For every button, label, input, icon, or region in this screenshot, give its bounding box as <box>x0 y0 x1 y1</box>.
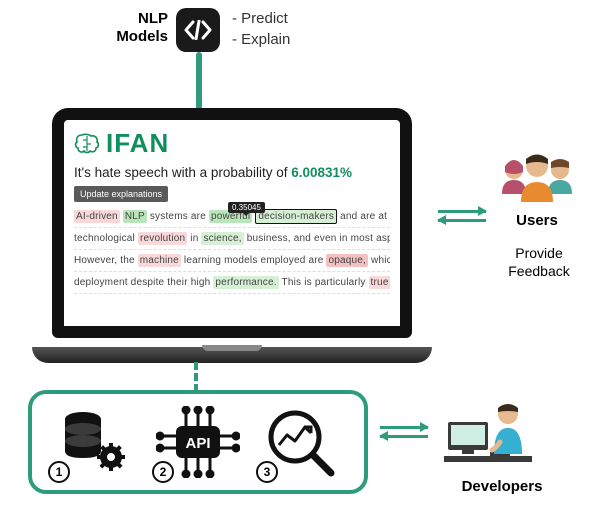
dev-tool-api: API 2 <box>154 403 242 481</box>
app-logo-row: IFAN <box>74 128 390 159</box>
explanation-paragraph: AI-driven NLP systems are powerful decis… <box>74 206 390 294</box>
arrows-devbox-developers <box>380 426 428 438</box>
api-text: API <box>185 435 210 452</box>
developer-at-desk-icon <box>442 398 534 476</box>
developers-label: Developers <box>442 478 562 495</box>
arrow-right-icon <box>380 426 428 429</box>
dev-tool-analytics: 3 <box>258 403 346 481</box>
laptop-notch <box>202 345 262 351</box>
arrows-laptop-users <box>438 210 486 222</box>
app-logo-text: IFAN <box>106 128 169 159</box>
brain-icon <box>74 133 100 155</box>
users-feedback-label: Provide Feedback <box>496 244 582 280</box>
arrow-left-icon <box>380 435 428 438</box>
token-weight-tooltip: 0.35045 <box>228 202 265 213</box>
dev-tool-database: 1 <box>50 403 138 481</box>
laptop: IFAN It's hate speech with a probability… <box>32 108 432 363</box>
update-explanations-button[interactable]: Update explanations <box>74 186 168 202</box>
nlp-models-label: NLP Models <box>98 10 168 46</box>
users-avatars-icon <box>494 146 580 208</box>
code-icon <box>176 8 220 52</box>
database-gear-icon <box>59 409 129 475</box>
developer-figure: Developers <box>442 398 562 495</box>
probability-value: 6.00831% <box>291 165 352 180</box>
connector-laptop-to-devbox <box>194 362 198 392</box>
step-number-badge: 1 <box>48 461 70 483</box>
laptop-screen: IFAN It's hate speech with a probability… <box>52 108 412 338</box>
highlighted-token[interactable]: decision-makers <box>255 209 337 224</box>
model-capabilities-list: - Predict - Explain <box>232 8 290 50</box>
arrow-right-icon <box>438 210 486 213</box>
users-group: Users <box>494 146 580 229</box>
step-number-badge: 2 <box>152 461 174 483</box>
connector-models-to-laptop <box>196 52 202 110</box>
prediction-headline: It's hate speech with a probability of 6… <box>74 165 390 180</box>
step-number-badge: 3 <box>256 461 278 483</box>
users-label: Users <box>494 212 580 229</box>
developer-tools-box: 1 API 2 3 <box>28 390 368 494</box>
arrow-left-icon <box>438 219 486 222</box>
